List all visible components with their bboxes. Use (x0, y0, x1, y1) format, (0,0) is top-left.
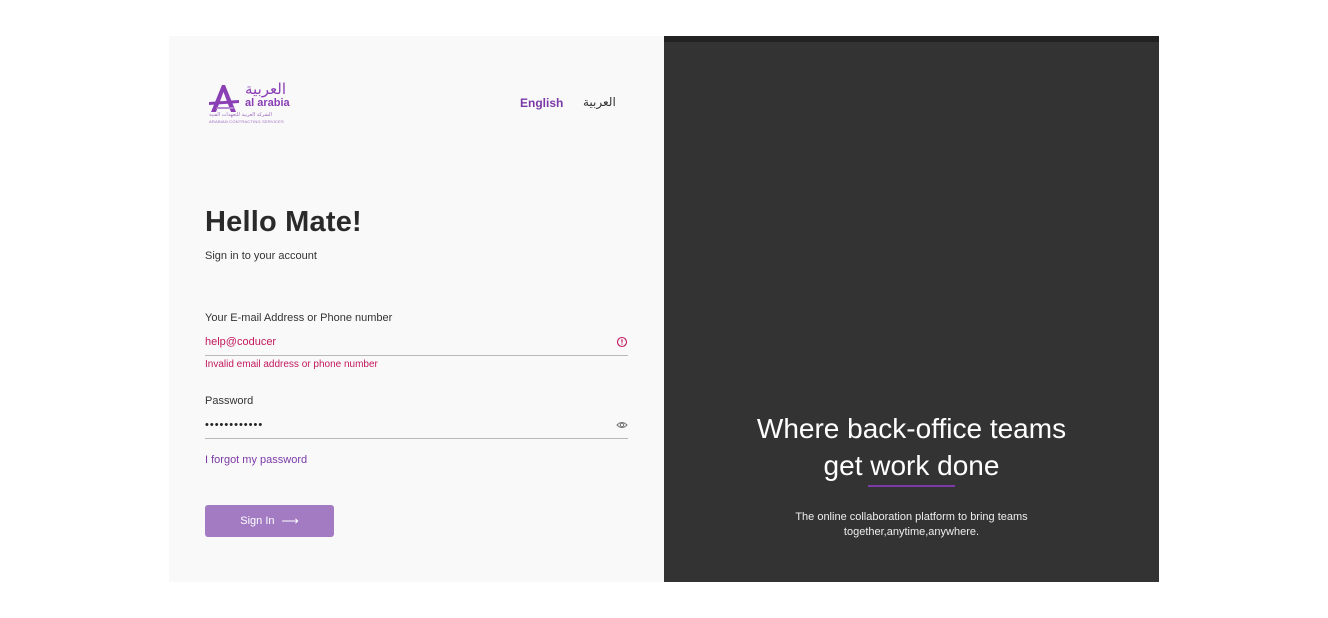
lang-english-link[interactable]: English (520, 96, 563, 110)
logo-latin-text: al arabia (245, 97, 290, 109)
logo-arabic-text: العربية (245, 80, 286, 98)
error-icon (616, 336, 628, 348)
eye-icon[interactable] (616, 419, 628, 431)
hero-divider (868, 485, 955, 487)
email-label: Your E-mail Address or Phone number (205, 312, 393, 324)
hero-heading-line-1: Where back-office teams (756, 413, 1067, 444)
password-field (205, 414, 628, 439)
hero-heading-line-2: get work done (823, 450, 1000, 481)
logo-arabic-subtitle: الشركة العربية للتعهدات الفنية (209, 112, 272, 118)
hero-subtext-line-2: together,anytime,anywhere. (843, 526, 980, 538)
sign-in-label: Sign In (240, 515, 275, 527)
hero-subtext-line-1: The online collaboration platform to bri… (795, 511, 1028, 523)
arrow-right-icon: ⟶ (281, 514, 299, 528)
page-subtitle: Sign in to your account (205, 250, 317, 262)
al-arabia-logo-mark-icon (209, 85, 239, 112)
email-input[interactable] (205, 331, 605, 353)
password-input[interactable] (205, 414, 605, 436)
hero-heading: Where back-office teams get work done (664, 410, 1159, 484)
logo-latin-subtitle: ARABIAN CONTRACTING SERVICES (209, 119, 284, 124)
forgot-password-link[interactable]: I forgot my password (205, 454, 307, 466)
email-error-message: Invalid email address or phone number (205, 359, 378, 370)
page-title: Hello Mate! (205, 206, 362, 238)
lang-arabic-link[interactable]: العربية (583, 95, 616, 109)
login-card: العربية al arabia الشركة العربية للتعهدا… (169, 36, 1159, 582)
email-field (205, 331, 628, 356)
hero-subtext: The online collaboration platform to bri… (764, 510, 1059, 540)
password-label: Password (205, 395, 254, 407)
promo-panel: Where back-office teams get work done Th… (664, 36, 1159, 582)
sign-in-button[interactable]: Sign In ⟶ (205, 505, 334, 537)
login-panel: العربية al arabia الشركة العربية للتعهدا… (169, 36, 664, 582)
company-logo: العربية al arabia الشركة العربية للتعهدا… (209, 80, 291, 128)
